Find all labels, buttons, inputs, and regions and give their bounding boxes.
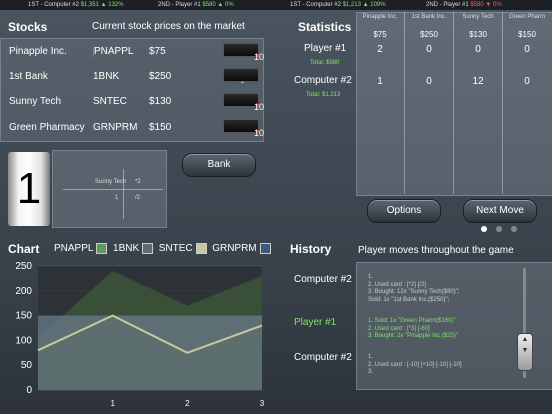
stock-row: 1st Bank 1BNK $250 - — [1, 65, 263, 87]
history-subtitle: Player moves throughout the game — [358, 245, 514, 256]
statistics-grid: Pinapple Inc. 1st Bank Inc. Sunny Tech G… — [356, 0, 552, 194]
y-tick-label: 250 — [15, 261, 32, 272]
y-tick-label: 0 — [26, 385, 32, 396]
dice-counter: 1 — [8, 152, 50, 226]
player-total: Total: $1,213 — [306, 92, 341, 98]
x-tick-label: 1 — [110, 399, 115, 408]
sell-button[interactable]: ▼ 10 — [223, 119, 264, 138]
page-dot[interactable] — [511, 226, 517, 232]
ticker-item: 1ST - Computer #2 $1,351 ▲ 132% — [28, 2, 124, 8]
stock-price: $75 — [149, 46, 166, 57]
y-tick-label: 150 — [15, 311, 32, 322]
stock-row: Pinapple Inc. PNAPPL $75 ▼ 10 — [1, 40, 264, 62]
x-tick-label: 2 — [185, 399, 190, 408]
stat-column-header: Sunny Tech — [462, 14, 494, 20]
card-cell: 1 — [115, 195, 119, 201]
legend-label: PNAPPL — [54, 243, 94, 255]
stock-row: Green Pharmacy GRNPRM $150 ▼ 10 — [1, 116, 264, 138]
ticker-item: 2ND - Player #1 $580 ▲ 0% — [158, 2, 234, 8]
stock-symbol: GRNPRM — [93, 122, 138, 133]
stock-symbol: SNTEC — [93, 96, 127, 107]
history-player: Player #1 — [294, 317, 337, 328]
action-card[interactable]: Sunny Tech *2 1 /2 — [52, 150, 167, 228]
legend-swatch — [259, 243, 271, 254]
holding-cell: 0 — [524, 44, 530, 55]
stock-name: 1st Bank — [9, 71, 48, 82]
sell-button[interactable]: - — [223, 68, 259, 87]
stock-row: Sunny Tech SNTEC $130 ▼ 10 — [1, 90, 264, 112]
sell-amount: 10 — [254, 102, 265, 112]
history-title: History — [290, 242, 332, 256]
stock-symbol: PNAPPL — [93, 46, 134, 57]
column-divider — [404, 12, 405, 194]
statistics-title: Statistics — [298, 20, 352, 34]
bank-button[interactable]: Bank — [182, 153, 256, 177]
stat-column-price: $250 — [420, 30, 438, 39]
legend-label: SNTEC — [158, 243, 193, 255]
stat-column-header: Green Pharm — [508, 14, 545, 20]
sell-amount: 10 — [254, 52, 265, 62]
history-entry: 1. 2. Used card : [*2] [/2] 3. Bought: 1… — [368, 274, 460, 303]
stocks-title: Stocks — [8, 20, 48, 34]
legend-label: 1BNK — [113, 243, 140, 255]
holding-cell: 0 — [426, 44, 432, 55]
stock-name: Pinapple Inc. — [9, 46, 67, 57]
holding-cell: 0 — [524, 76, 530, 87]
stat-column-price: $130 — [469, 30, 487, 39]
holding-cell: 12 — [472, 76, 484, 87]
stocks-subtitle: Current stock prices on the market — [92, 21, 245, 32]
stat-column-price: $75 — [373, 30, 387, 39]
legend-label: GRNPRM — [212, 243, 257, 255]
column-divider — [453, 12, 454, 194]
history-scroll-handle[interactable]: ▲ ▼ — [517, 333, 533, 371]
x-tick-label: 3 — [260, 399, 265, 408]
card-divider — [123, 169, 124, 219]
history-entry: 1. Sold: 1x "Green Pharm($160)" 2. Used … — [368, 318, 458, 339]
y-tick-label: 50 — [21, 360, 33, 371]
page-dot[interactable] — [496, 226, 502, 232]
stock-price: $250 — [149, 71, 172, 82]
stock-price-chart: 0 50 100 150 200 250 1 2 3 — [15, 261, 265, 408]
legend-swatch — [96, 243, 108, 254]
history-player: Computer #2 — [294, 352, 352, 363]
chart-title: Chart — [8, 242, 40, 256]
sell-button[interactable]: ▼ 10 — [223, 43, 264, 62]
stat-column-price: $150 — [518, 30, 536, 39]
y-tick-label: 200 — [15, 286, 32, 297]
card-stock-name: Sunny Tech — [95, 179, 127, 185]
holding-cell: 1 — [377, 76, 383, 87]
card-cell: *2 — [135, 179, 141, 185]
history-player: Computer #2 — [294, 274, 352, 285]
column-divider — [502, 12, 503, 194]
legend-swatch — [142, 243, 154, 254]
card-cell: /2 — [135, 195, 141, 201]
player-name: Player #1 — [304, 43, 347, 54]
stock-price: $130 — [149, 96, 172, 107]
player-total: Total: $580 — [310, 60, 340, 66]
card-divider — [63, 189, 163, 190]
chart-legend: PNAPPL 1BNK SNTEC GRNPRM — [54, 243, 271, 254]
sell-amount: - — [241, 77, 244, 87]
page-dot-active[interactable] — [481, 226, 487, 232]
sell-button[interactable]: ▼ 10 — [223, 93, 264, 112]
stat-column-header: 1st Bank Inc. — [411, 14, 447, 20]
options-button[interactable]: Options — [367, 199, 441, 223]
next-move-button[interactable]: Next Move — [463, 199, 537, 223]
sell-amount: 10 — [254, 128, 265, 138]
stock-price: $150 — [149, 122, 172, 133]
stock-symbol: 1BNK — [93, 71, 120, 82]
player-name: Computer #2 — [294, 75, 352, 86]
holding-cell: 0 — [426, 76, 432, 87]
stock-name: Green Pharmacy — [9, 122, 85, 133]
holding-cell: 2 — [377, 44, 383, 55]
stock-name: Sunny Tech — [9, 96, 62, 107]
history-entry: 1. 2. Used card : [-10] [+10] [-10] [-10… — [368, 354, 462, 375]
legend-swatch — [195, 243, 207, 254]
stocks-table: Pinapple Inc. PNAPPL $75 ▼ 10 1st Bank 1B… — [0, 38, 264, 142]
y-tick-label: 100 — [15, 335, 32, 346]
holding-cell: 0 — [475, 44, 481, 55]
stat-column-header: Pinapple Inc. — [362, 14, 398, 20]
